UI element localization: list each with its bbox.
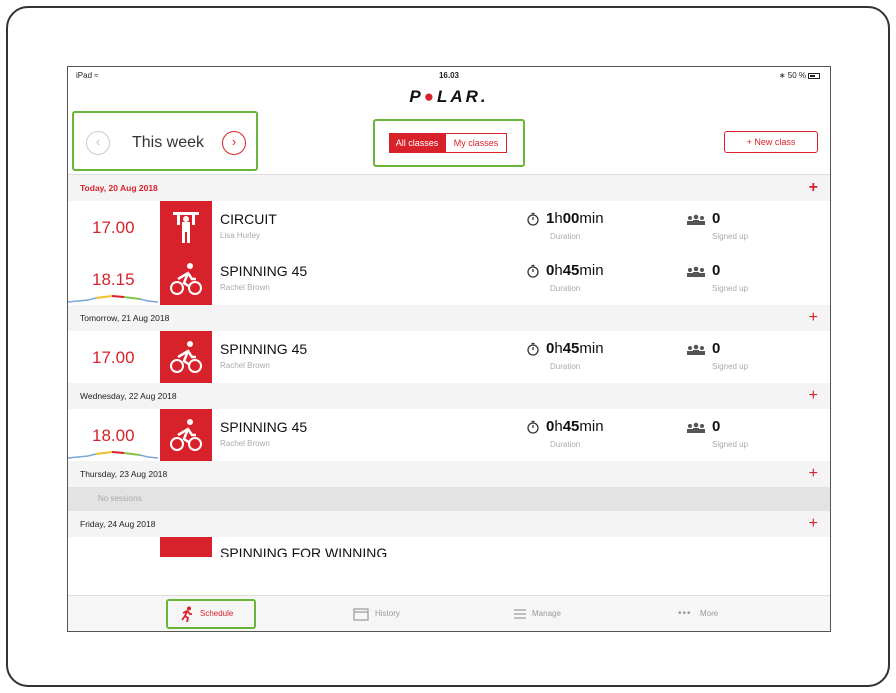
add-session-button[interactable]: +: [809, 461, 818, 487]
add-session-button[interactable]: +: [809, 175, 818, 201]
session-title: SPINNING 45: [220, 263, 308, 279]
people-icon: [687, 266, 705, 277]
battery-icon: [808, 72, 820, 79]
stopwatch-icon: [527, 342, 539, 356]
signed-up-count: 0: [712, 262, 721, 279]
add-session-button[interactable]: +: [809, 511, 818, 537]
chevron-right-icon[interactable]: ›: [222, 131, 246, 155]
people-icon: [687, 344, 705, 355]
add-session-button[interactable]: +: [809, 383, 818, 409]
chevron-left-icon[interactable]: ‹: [86, 131, 110, 155]
tablet-screen: iPad ≈ 16.03 ∗ 50 % P●LAR. ‹ This week ›…: [67, 66, 831, 632]
session-row[interactable]: 17.00 SPINNING 45 Rachel Brown 0h45min D…: [68, 331, 830, 383]
session-duration: 0h45min: [546, 340, 604, 357]
add-session-button[interactable]: +: [809, 305, 818, 331]
tab-more[interactable]: ••• More: [678, 596, 718, 631]
signed-up-count: 0: [712, 418, 721, 435]
day-header: Thursday, 23 Aug 2018 +: [68, 461, 830, 487]
cycling-icon: [160, 537, 212, 557]
duration-label: Duration: [550, 232, 581, 241]
session-title: SPINNING 45: [220, 419, 308, 435]
circuit-training-icon: [160, 201, 212, 253]
heart-rate-zones-sparkline: [68, 295, 158, 303]
signed-up-label: Signed up: [712, 232, 749, 241]
all-classes-tab[interactable]: All classes: [389, 133, 445, 153]
session-instructor: Rachel Brown: [220, 361, 270, 370]
status-bar: iPad ≈ 16.03 ∗ 50 %: [68, 67, 830, 83]
session-row[interactable]: 18.00 SPINNING 45 Rachel Brown 0h45min D…: [68, 409, 830, 461]
day-header: Wednesday, 22 Aug 2018 +: [68, 383, 830, 409]
week-label: This week: [132, 134, 205, 151]
stopwatch-icon: [527, 212, 539, 226]
signed-up-label: Signed up: [712, 284, 749, 293]
session-title: SPINNING FOR WINNING: [220, 545, 388, 557]
session-instructor: Rachel Brown: [220, 283, 270, 292]
session-instructor: Rachel Brown: [220, 439, 270, 448]
session-row[interactable]: 17.00 CIRCUIT Lisa Hurley 1h00min Durati…: [68, 201, 830, 253]
schedule-list: Today, 20 Aug 2018 + 17.00 CIRCUIT Lisa …: [68, 175, 830, 557]
class-filter: All classes My classes: [373, 119, 525, 167]
session-row[interactable]: 18.15 SPINNING 45 Rachel Brown 0h45min D…: [68, 253, 830, 305]
duration-label: Duration: [550, 440, 581, 449]
battery-status: ∗ 50 %: [779, 71, 820, 80]
tab-history[interactable]: History: [353, 596, 400, 631]
calendar-icon: [353, 608, 369, 621]
polar-logo: P●LAR.: [409, 87, 489, 106]
clock: 16.03: [438, 71, 460, 80]
running-person-icon: [181, 606, 192, 622]
people-icon: [687, 422, 705, 433]
session-duration: 1h00min: [546, 210, 604, 227]
my-classes-tab[interactable]: My classes: [445, 133, 507, 153]
session-time: 17.00: [92, 348, 135, 367]
people-icon: [687, 214, 705, 225]
day-header: Tomorrow, 21 Aug 2018 +: [68, 305, 830, 331]
duration-label: Duration: [550, 284, 581, 293]
more-dots-icon: •••: [678, 608, 692, 619]
tab-schedule[interactable]: Schedule: [166, 599, 256, 629]
week-navigator: ‹ This week ›: [72, 111, 258, 171]
heart-rate-zones-sparkline: [68, 451, 158, 459]
new-class-button[interactable]: + New class: [724, 131, 818, 153]
cycling-icon: [160, 409, 212, 461]
session-instructor: Lisa Hurley: [220, 231, 261, 240]
tab-manage[interactable]: Manage: [514, 596, 561, 631]
session-row[interactable]: SPINNING FOR WINNING: [68, 537, 830, 557]
signed-up-count: 0: [712, 340, 721, 357]
session-time: 18.00: [92, 426, 135, 445]
session-duration: 0h45min: [546, 262, 604, 279]
session-time: 18.15: [92, 270, 135, 289]
signed-up-label: Signed up: [712, 440, 749, 449]
no-sessions-notice: No sessions: [68, 487, 830, 511]
list-icon: [514, 609, 526, 619]
duration-label: Duration: [550, 362, 581, 371]
cycling-icon: [160, 253, 212, 305]
session-title: CIRCUIT: [220, 211, 277, 227]
session-duration: 0h45min: [546, 418, 604, 435]
bluetooth-icon: ∗: [778, 71, 786, 80]
signed-up-count: 0: [712, 210, 721, 227]
session-title: SPINNING 45: [220, 341, 308, 357]
stopwatch-icon: [527, 264, 539, 278]
schedule-header: ‹ This week › All classes My classes + N…: [68, 111, 830, 175]
day-header: Friday, 24 Aug 2018 +: [68, 511, 830, 537]
stopwatch-icon: [527, 420, 539, 434]
tab-bar: Schedule History Manage ••• More: [68, 595, 830, 631]
cycling-icon: [160, 331, 212, 383]
session-time: 17.00: [92, 218, 135, 237]
signed-up-label: Signed up: [712, 362, 749, 371]
day-header: Today, 20 Aug 2018 +: [68, 175, 830, 201]
